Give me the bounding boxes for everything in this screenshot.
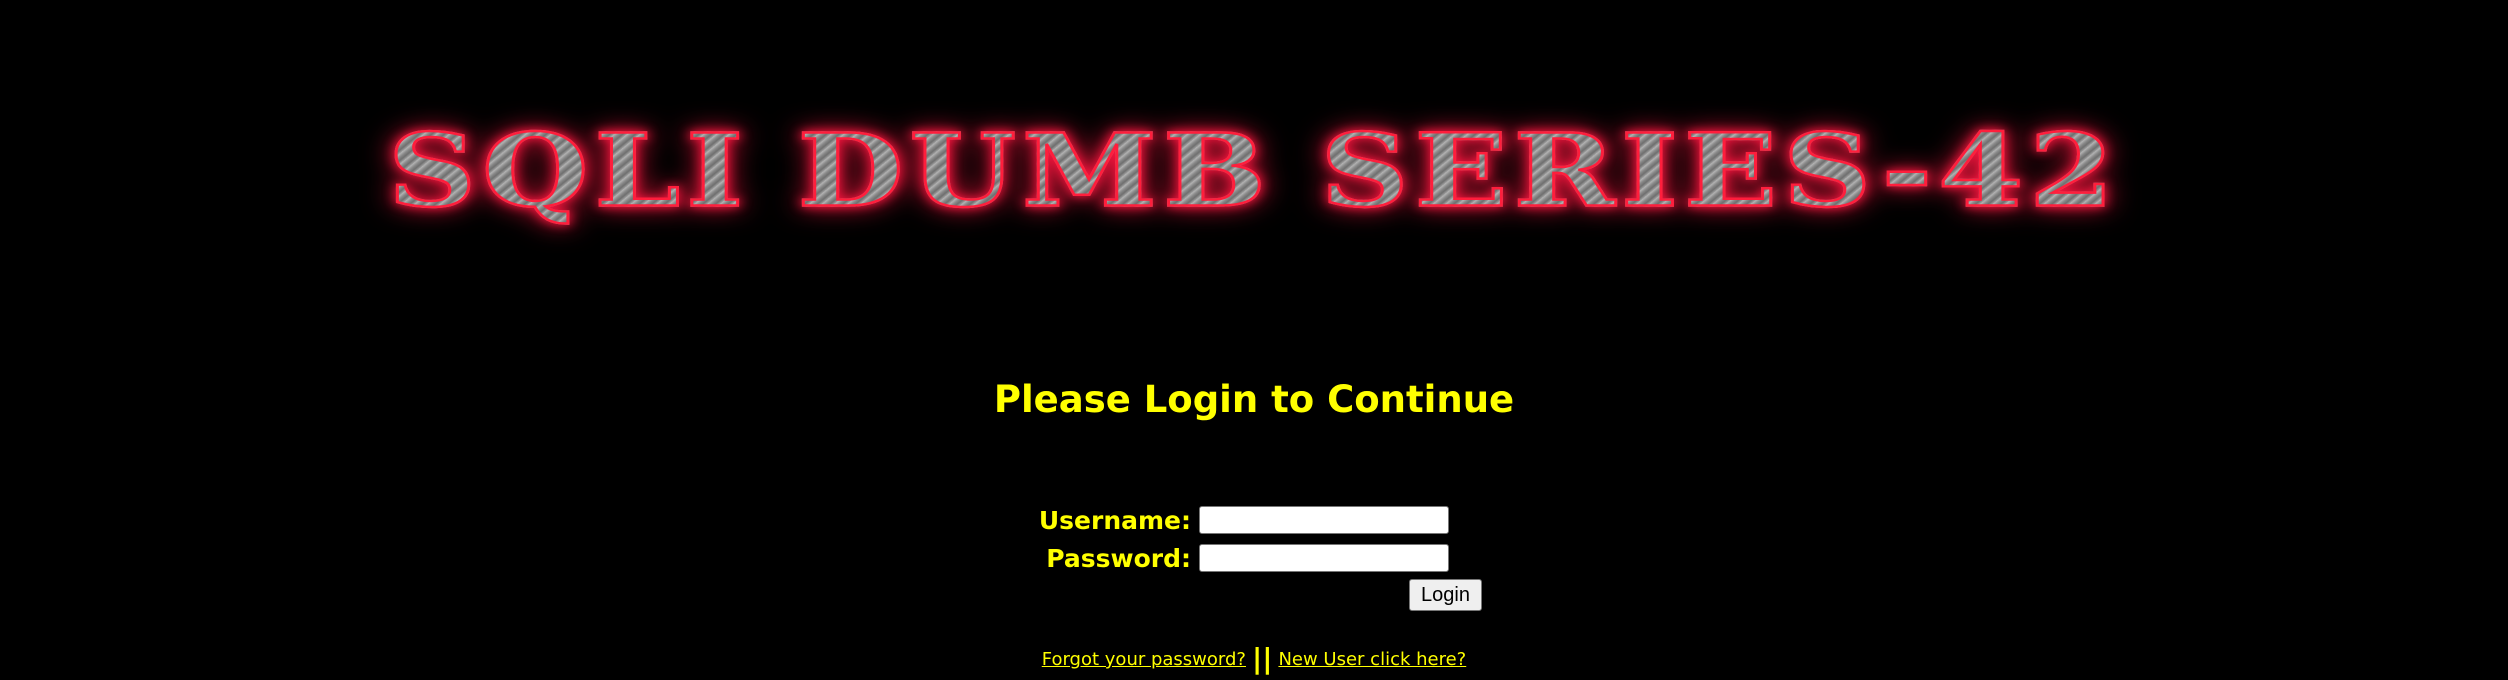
link-separator: || [1251,642,1273,675]
banner-title: SQLI DUMB SERIES-42 [386,110,2121,231]
footer-links: Forgot your password? || New User click he… [0,644,2508,675]
username-label: Username: [1038,505,1191,535]
password-label: Password: [1046,543,1191,573]
login-heading: Please Login to Continue [993,378,1515,421]
password-row: Password: [1011,541,1449,575]
new-user-link[interactable]: New User click here? [1278,649,1466,670]
username-row: Username: [1011,503,1449,537]
password-input[interactable] [1199,544,1449,572]
username-input[interactable] [1199,506,1449,534]
banner: SQLI DUMB SERIES-42 [0,100,2508,240]
login-button[interactable]: Login [1409,579,1482,611]
forgot-password-link[interactable]: Forgot your password? [1042,649,1246,670]
